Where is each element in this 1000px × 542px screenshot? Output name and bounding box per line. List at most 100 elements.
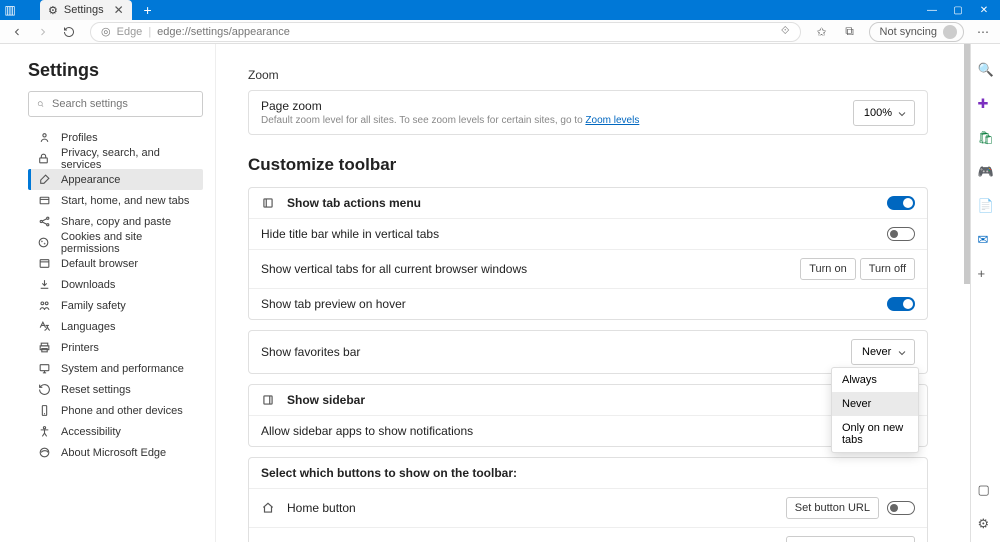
outlook-sidebar-icon[interactable]: ✉	[978, 232, 994, 248]
turn-off-button[interactable]: Turn off	[860, 258, 915, 280]
tools-sidebar-icon[interactable]: ✚	[978, 96, 994, 112]
edge-sidebar: 🔍 ✚ 🛍 🎮 📄 ✉ + ▢ ⚙	[970, 44, 1000, 542]
tab-preview-label: Show tab preview on hover	[261, 297, 406, 311]
collapse-sidebar-icon[interactable]: ▢	[978, 482, 994, 498]
cookie-icon	[37, 236, 51, 249]
tab-actions-label: Show tab actions menu	[287, 196, 421, 210]
profile-sync-pill[interactable]: Not syncing	[869, 22, 964, 42]
office-sidebar-icon[interactable]: 📄	[978, 198, 994, 214]
sidebar-item-downloads[interactable]: Downloads	[28, 274, 203, 295]
refresh-button[interactable]	[60, 23, 78, 41]
show-sidebar-label: Show sidebar	[287, 393, 365, 407]
app-menu-icon[interactable]: ▥	[0, 3, 20, 17]
back-button[interactable]	[8, 23, 26, 41]
tab-actions-toggle[interactable]	[887, 196, 915, 210]
settings-sidebar-icon[interactable]: ⚙	[978, 516, 994, 532]
plus-sidebar-icon[interactable]: +	[978, 266, 994, 282]
hide-titlebar-toggle[interactable]	[887, 227, 915, 241]
browser-tab[interactable]: ⚙ Settings ✕	[40, 0, 132, 20]
favorites-bar-dropdown: Always Never Only on new tabs	[831, 367, 919, 453]
sidebar-item-share[interactable]: Share, copy and paste	[28, 211, 203, 232]
page-zoom-label: Page zoom	[261, 99, 639, 113]
zoom-heading: Zoom	[248, 68, 928, 82]
system-icon	[37, 362, 51, 375]
sync-label: Not syncing	[880, 26, 937, 38]
sidebar-item-accessibility[interactable]: Accessibility	[28, 421, 203, 442]
sidebar-item-about[interactable]: About Microsoft Edge	[28, 442, 203, 463]
url-text: edge://settings/appearance	[157, 26, 290, 38]
scrollbar[interactable]	[964, 44, 970, 284]
favorites-bar-label: Show favorites bar	[261, 345, 360, 359]
more-menu-icon[interactable]: ⋯	[974, 23, 992, 41]
dropdown-option-never[interactable]: Never	[832, 392, 918, 416]
maximize-icon[interactable]: ▢	[952, 5, 964, 16]
download-icon	[37, 278, 51, 291]
address-bar[interactable]: ◎ Edge | edge://settings/appearance ⟐	[90, 22, 801, 42]
sidebar-item-languages[interactable]: Languages	[28, 316, 203, 337]
settings-sidebar: Settings Profiles Privacy, search, and s…	[0, 44, 215, 542]
page-zoom-select[interactable]: 100%	[853, 100, 915, 126]
settings-content: Zoom Page zoom Default zoom level for al…	[216, 44, 956, 542]
forward-button-select[interactable]: Show automatically	[786, 536, 915, 542]
sidebar-item-privacy[interactable]: Privacy, search, and services	[28, 148, 203, 169]
tab-preview-toggle[interactable]	[887, 297, 915, 311]
edge-icon	[37, 446, 51, 459]
home-button-label: Home button	[287, 501, 356, 515]
forward-button-toolbar[interactable]	[34, 23, 52, 41]
language-icon	[37, 320, 51, 333]
home-button-toggle[interactable]	[887, 501, 915, 515]
lock-icon	[37, 152, 51, 165]
dropdown-option-always[interactable]: Always	[832, 368, 918, 392]
search-icon	[37, 98, 44, 110]
select-buttons-label: Select which buttons to show on the tool…	[261, 466, 517, 480]
phone-icon	[37, 404, 51, 417]
sidebar-icon	[261, 393, 275, 407]
minimize-icon[interactable]: —	[926, 5, 938, 16]
sidebar-item-appearance[interactable]: Appearance	[28, 169, 203, 190]
avatar	[943, 25, 957, 39]
page-title: Settings	[28, 60, 203, 81]
browser-icon	[37, 257, 51, 270]
sidebar-item-profiles[interactable]: Profiles	[28, 127, 203, 148]
reset-icon	[37, 383, 51, 396]
printer-icon	[37, 341, 51, 354]
games-sidebar-icon[interactable]: 🎮	[978, 164, 994, 180]
favorites-bar-select[interactable]: Never	[851, 339, 915, 365]
new-tab-button[interactable]: +	[138, 2, 158, 18]
accessibility-icon	[37, 425, 51, 438]
sidebar-item-default-browser[interactable]: Default browser	[28, 253, 203, 274]
close-tab-icon[interactable]: ✕	[114, 3, 124, 17]
sidebar-item-cookies[interactable]: Cookies and site permissions	[28, 232, 203, 253]
tab-title: Settings	[64, 4, 104, 16]
allow-sidebar-apps-label: Allow sidebar apps to show notifications	[261, 424, 473, 438]
chevron-down-icon	[896, 108, 908, 123]
search-sidebar-icon[interactable]: 🔍	[978, 62, 994, 78]
search-box[interactable]	[28, 91, 203, 117]
search-input[interactable]	[52, 98, 194, 110]
close-window-icon[interactable]: ✕	[978, 5, 990, 16]
family-icon	[37, 299, 51, 312]
tab-actions-icon	[261, 196, 275, 210]
edge-logo-icon: ◎	[101, 25, 111, 38]
brush-icon	[37, 173, 51, 186]
sidebar-item-printers[interactable]: Printers	[28, 337, 203, 358]
sidebar-item-system[interactable]: System and performance	[28, 358, 203, 379]
person-icon	[37, 131, 51, 144]
page-zoom-sub: Default zoom level for all sites. To see…	[261, 115, 639, 126]
dropdown-option-only-new-tabs[interactable]: Only on new tabs	[832, 416, 918, 452]
sidebar-item-reset[interactable]: Reset settings	[28, 379, 203, 400]
sidebar-item-start[interactable]: Start, home, and new tabs	[28, 190, 203, 211]
set-button-url-button[interactable]: Set button URL	[786, 497, 879, 519]
hide-titlebar-label: Hide title bar while in vertical tabs	[261, 227, 439, 241]
edge-label: Edge	[117, 26, 143, 38]
favorites-toolbar-icon[interactable]: ✩	[813, 23, 831, 41]
sidebar-item-family[interactable]: Family safety	[28, 295, 203, 316]
reader-icon[interactable]: ⟐	[781, 25, 790, 38]
zoom-levels-link[interactable]: Zoom levels	[585, 115, 639, 126]
share-icon	[37, 215, 51, 228]
collections-icon[interactable]: ⧉	[841, 23, 859, 41]
sidebar-item-phone[interactable]: Phone and other devices	[28, 400, 203, 421]
tab-icon	[37, 194, 51, 207]
turn-on-button[interactable]: Turn on	[800, 258, 856, 280]
shopping-sidebar-icon[interactable]: 🛍	[978, 130, 994, 146]
